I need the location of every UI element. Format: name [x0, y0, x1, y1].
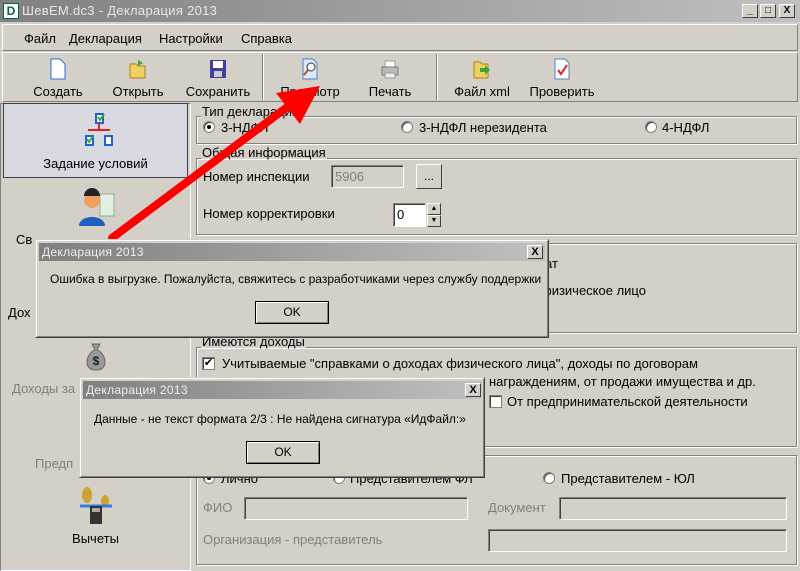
printer-icon: [381, 60, 399, 79]
nav-label: Задание условий: [43, 156, 148, 171]
menu-declaration[interactable]: Декларация: [69, 31, 142, 46]
scales-calculator-icon: [80, 487, 112, 524]
window-title-bar[interactable]: ШевЕМ.dc3 - Декларация 2013: [0, 0, 800, 22]
print-button[interactable]: Печать: [350, 54, 430, 100]
radio-label: 3-НДФЛ нерезидента: [419, 120, 547, 135]
toolbar-separator: [262, 54, 264, 100]
document-input[interactable]: [559, 497, 787, 520]
correction-number-input[interactable]: 0: [393, 203, 426, 227]
radio-3ndfl-nonresident[interactable]: [401, 121, 413, 133]
organization-input[interactable]: [488, 529, 787, 552]
xml-file-label: Файл xml: [454, 84, 510, 99]
app-icon: D: [3, 3, 19, 19]
inspection-label: Номер инспекции: [203, 169, 310, 184]
inspection-number-input[interactable]: 5906: [331, 165, 404, 188]
check-button[interactable]: Проверить: [522, 54, 602, 100]
menu-help[interactable]: Справка: [241, 31, 292, 46]
radio-label: 3-НДФЛ: [221, 120, 269, 135]
dialog-message: Данные - не текст формата 2/3 : Не найде…: [94, 412, 466, 426]
spin-up-button[interactable]: ▲: [427, 203, 441, 215]
error-dialog-format: Декларация 2013 X Данные - не текст форм…: [79, 377, 485, 478]
menu-settings[interactable]: Настройки: [159, 31, 223, 46]
correction-label: Номер корректировки: [203, 206, 335, 221]
radio-3ndfl[interactable]: [203, 121, 215, 133]
radio-4ndfl[interactable]: [645, 121, 657, 133]
inspection-browse-button[interactable]: ...: [416, 164, 442, 189]
nav-label[interactable]: Предп: [35, 456, 73, 471]
dialog-ok-button[interactable]: OK: [255, 301, 329, 324]
close-button[interactable]: X: [779, 4, 795, 18]
dialog-close-button[interactable]: X: [527, 245, 543, 259]
window-title: ШевЕМ.dc3 - Декларация 2013: [22, 3, 218, 18]
dialog-message: Ошибка в выгрузке. Пожалуйста, свяжитесь…: [50, 272, 542, 286]
create-button[interactable]: Создать: [18, 54, 98, 100]
radio-label: 4-НДФЛ: [662, 120, 710, 135]
money-bag-icon: $: [86, 343, 106, 371]
open-button[interactable]: Открыть: [98, 54, 178, 100]
income-certificates-checkbox[interactable]: ✔: [202, 357, 215, 370]
fio-input[interactable]: [244, 497, 468, 520]
dialog-close-button[interactable]: X: [465, 383, 481, 397]
checkbox-label: От предпринимательской деятельности: [507, 394, 748, 409]
organization-label: Организация - представитель: [203, 532, 383, 547]
new-file-icon: [50, 58, 66, 80]
document-label: Документ: [488, 500, 546, 515]
group-text-fragment: физическое лицо: [541, 283, 646, 298]
group-title: Тип декларации: [201, 104, 301, 119]
checkbox-label-cont: награждениям, от продажи имущества и др.: [489, 374, 756, 389]
print-label: Печать: [368, 84, 412, 99]
minimize-button[interactable]: _: [742, 4, 758, 18]
tree-structure-icon: [85, 113, 113, 146]
toolbar-separator: [436, 54, 438, 100]
menu-file[interactable]: Файл: [24, 31, 56, 46]
create-label: Создать: [33, 84, 83, 99]
radio-representative-org[interactable]: [543, 472, 555, 484]
svg-text:$: $: [93, 354, 100, 368]
open-label: Открыть: [112, 84, 164, 99]
preview-magnifier-icon: [302, 58, 318, 80]
nav-label[interactable]: Доходы за: [12, 381, 75, 396]
xml-file-button[interactable]: Файл xml: [442, 54, 522, 100]
fio-label: ФИО: [203, 500, 233, 515]
maximize-button[interactable]: □: [760, 4, 776, 18]
person-document-icon: [79, 188, 115, 226]
checkbox-label: Учитываемые "справками о доходах физичес…: [222, 356, 698, 371]
nav-item-conditions[interactable]: Задание условий: [3, 103, 188, 178]
spin-down-button[interactable]: ▼: [427, 215, 441, 227]
check-label: Проверить: [529, 84, 595, 99]
nav-label[interactable]: Св: [16, 232, 32, 247]
open-folder-icon: [129, 60, 146, 79]
dialog-ok-button[interactable]: OK: [246, 441, 320, 464]
check-document-icon: [554, 58, 570, 80]
dialog-title[interactable]: Декларация 2013: [83, 381, 481, 399]
error-dialog-upload: Декларация 2013 X Ошибка в выгрузке. Пож…: [35, 239, 549, 338]
radio-label: Представителем - ЮЛ: [561, 471, 695, 486]
export-xml-icon: [473, 61, 490, 79]
nav-label[interactable]: Вычеты: [3, 531, 188, 546]
preview-label: Просмотр: [280, 84, 340, 99]
group-title: Общая информация: [201, 145, 327, 160]
save-disk-icon: [210, 60, 226, 78]
preview-button[interactable]: Просмотр: [270, 54, 350, 100]
business-income-checkbox[interactable]: [489, 395, 502, 408]
save-button[interactable]: Сохранить: [178, 54, 258, 100]
nav-label[interactable]: Дох: [8, 305, 31, 320]
dialog-title[interactable]: Декларация 2013: [39, 243, 545, 261]
save-label: Сохранить: [185, 84, 251, 99]
